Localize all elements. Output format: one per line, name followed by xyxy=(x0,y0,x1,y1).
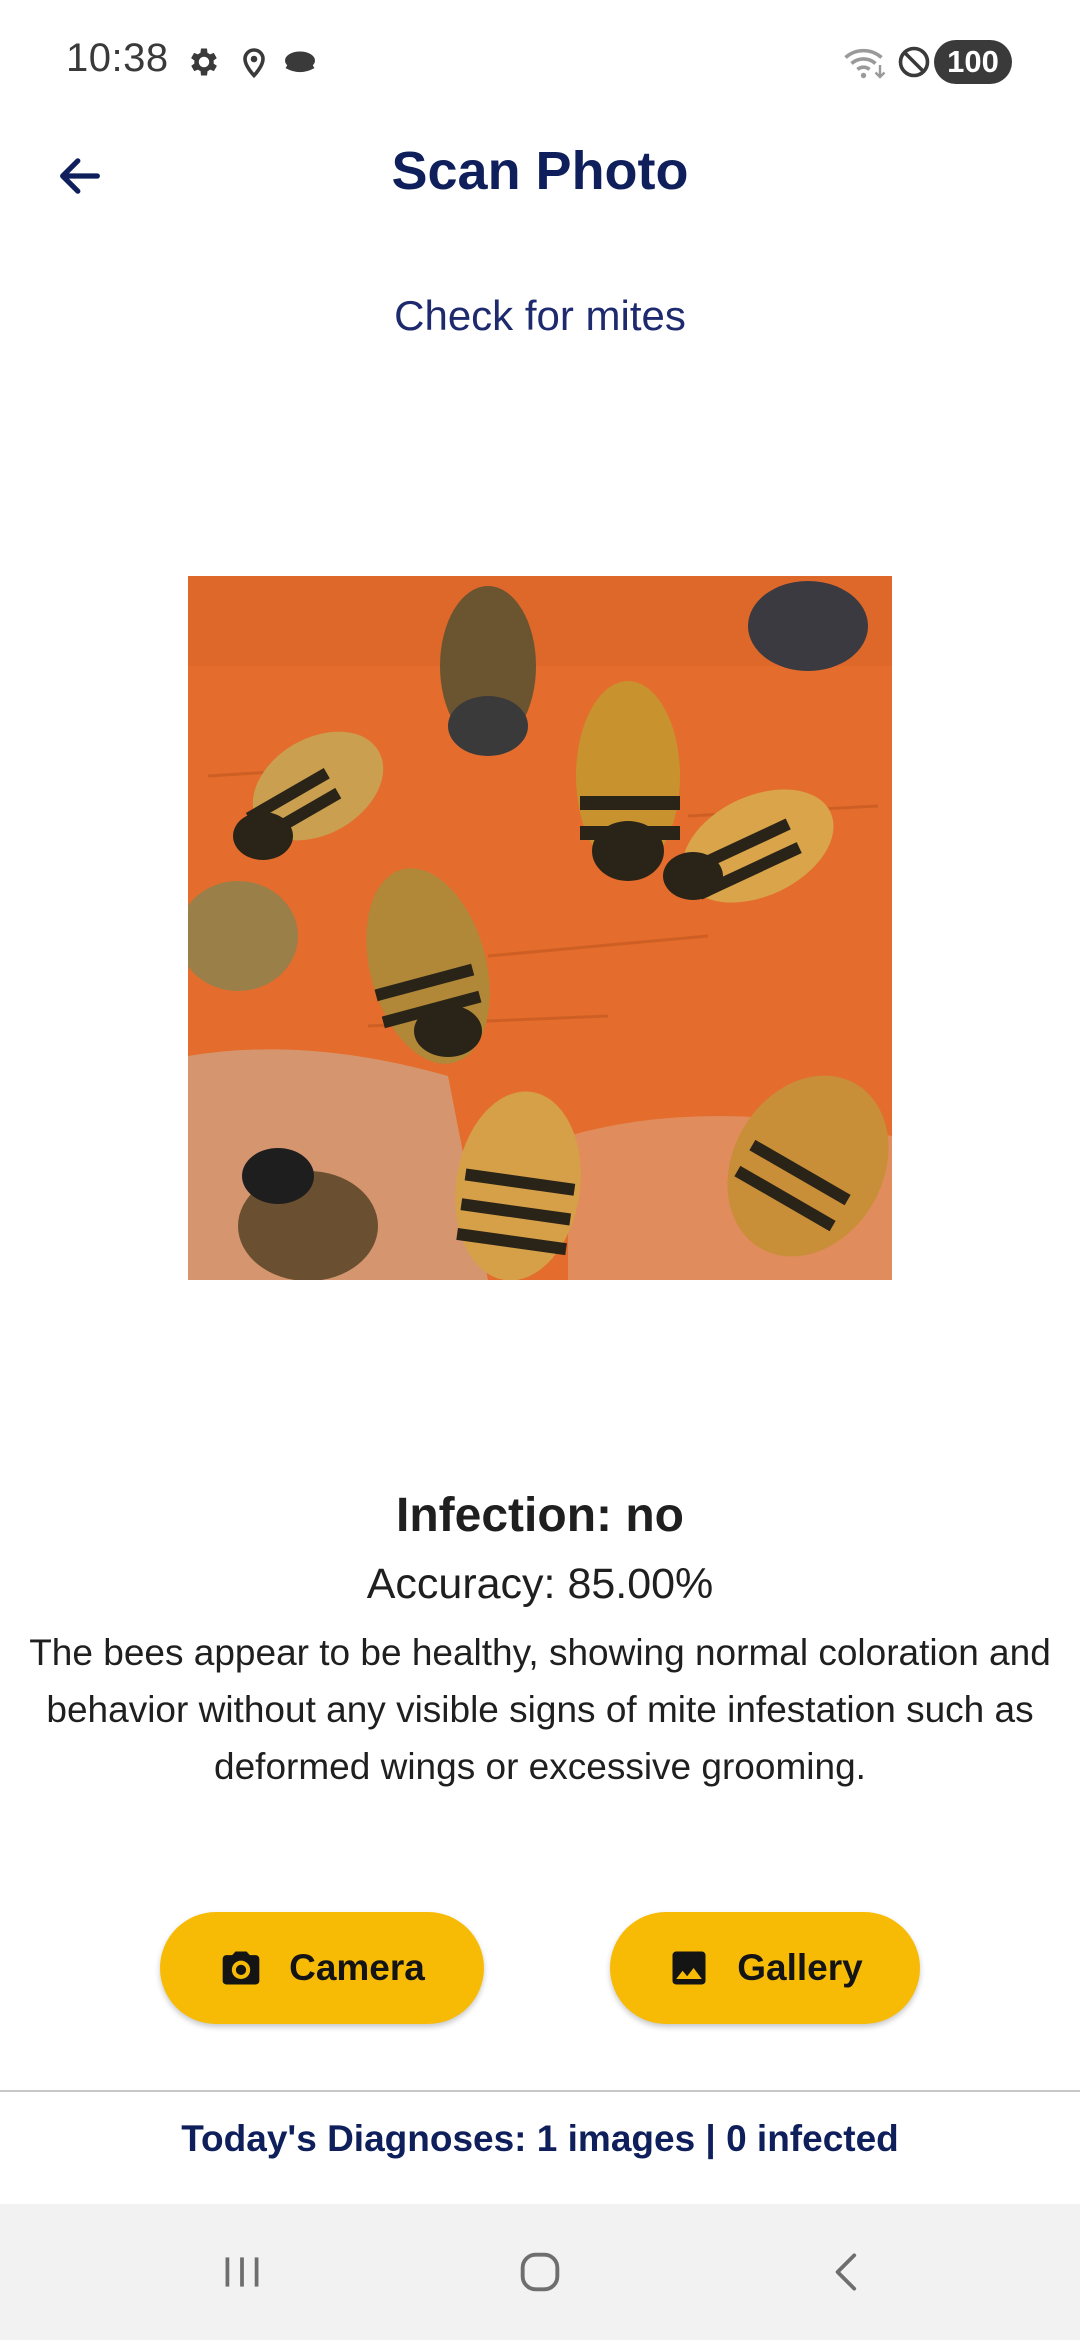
home-button[interactable] xyxy=(508,2240,572,2304)
scanned-photo xyxy=(188,576,892,1280)
wifi-icon xyxy=(842,44,888,80)
subtitle: Check for mites xyxy=(394,292,686,339)
battery-indicator: 100 xyxy=(934,40,1012,84)
location-icon xyxy=(236,44,272,80)
accuracy-value: Accuracy: 85.00% xyxy=(366,1560,714,1608)
bee-photo-image xyxy=(188,576,892,1280)
recent-apps-icon xyxy=(217,2247,267,2297)
recent-apps-button[interactable] xyxy=(210,2240,274,2304)
do-not-disturb-icon xyxy=(896,44,932,80)
status-time: 10:38 xyxy=(66,36,169,80)
chevron-left-icon xyxy=(823,2247,873,2297)
gallery-button-label: Gallery xyxy=(737,1947,863,1988)
image-icon xyxy=(667,1946,711,1990)
camera-button-label: Camera xyxy=(289,1947,425,1988)
camera-button[interactable]: Camera xyxy=(160,1912,484,2024)
status-bar: 10:38 100 xyxy=(0,0,1080,120)
gear-icon xyxy=(186,44,222,80)
infection-result: Infection: no xyxy=(396,1489,684,1542)
system-back-button[interactable] xyxy=(816,2240,880,2304)
gallery-button[interactable]: Gallery xyxy=(610,1912,920,2024)
result-description: The bees appear to be healthy, showing n… xyxy=(29,1632,1051,1787)
home-icon xyxy=(514,2246,566,2298)
camera-icon xyxy=(219,1946,263,1990)
daily-diagnoses-summary: Today's Diagnoses: 1 images | 0 infected xyxy=(181,2118,899,2159)
system-nav-bar xyxy=(0,2204,1080,2340)
page-title: Scan Photo xyxy=(391,141,689,201)
divider xyxy=(0,2090,1080,2092)
cloud-icon xyxy=(280,44,320,80)
